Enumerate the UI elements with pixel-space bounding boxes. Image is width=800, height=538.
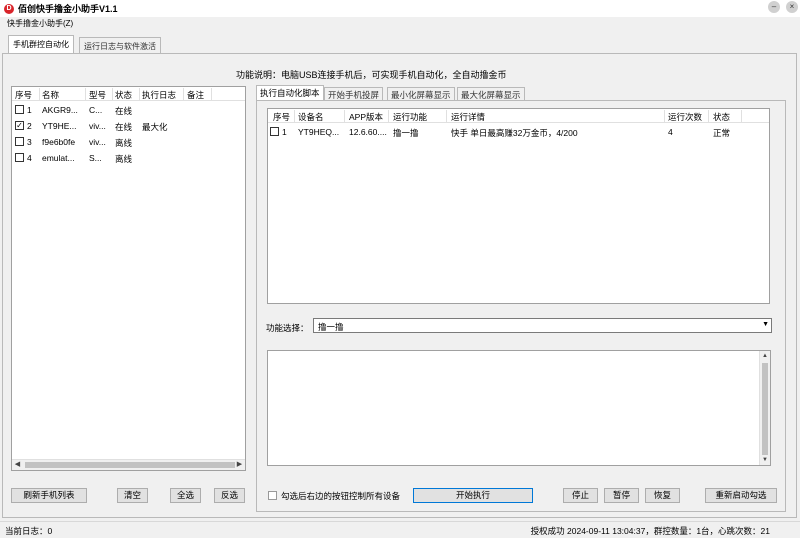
table-row[interactable]: 4 emulat... S... 离线 [12,150,245,166]
run-list-header: 序号 设备名 APP版本 运行功能 运行详情 运行次数 状态 [268,109,769,123]
row-model: S... [89,153,102,163]
tab-log-and-activation[interactable]: 运行日志与软件激活 [79,37,161,53]
vertical-scrollbar[interactable]: ▲ ▼ [759,351,770,465]
row-checkbox[interactable]: ✓ [15,121,24,130]
invert-selection-button[interactable]: 反选 [214,488,245,503]
tab-start-screen-cast[interactable]: 开始手机投屏 [324,87,384,100]
row-status: 离线 [115,138,133,148]
row-status: 在线 [115,122,133,132]
restart-selected-button[interactable]: 重新启动勾选 [705,488,777,503]
menu-item-main[interactable]: 快手撸金小助手(Z) [7,18,73,29]
app-logo-icon: D [4,3,14,14]
menu-bar: 快手撸金小助手(Z) [0,17,800,30]
scroll-down-icon[interactable]: ▼ [760,455,770,465]
row-status: 离线 [115,154,133,164]
row-device-name: emulat... [42,153,75,163]
tab-run-automation-script[interactable]: 执行自动化脚本 [256,85,324,100]
row-index: 1 [27,105,32,115]
col-note[interactable]: 备注 [187,89,204,101]
control-all-devices-checkbox[interactable] [268,491,277,500]
scroll-up-icon[interactable]: ▲ [760,351,770,361]
authorization-status: 授权成功 2024-09-11 13:04:37，群控数量：1台，心跳次数：21 [530,526,770,536]
col-model[interactable]: 型号 [89,89,106,101]
start-execution-button[interactable]: 开始执行 [413,488,533,503]
select-all-button[interactable]: 全选 [170,488,201,503]
table-row[interactable]: 3 f9e6b0fe viv... 离线 [12,134,245,150]
clear-button[interactable]: 清空 [117,488,148,503]
close-icon[interactable]: × [786,1,798,13]
row-model: viv... [89,137,106,147]
col-index[interactable]: 序号 [273,111,290,123]
table-row[interactable]: 1 YT9HEQ... 12.6.60.... 撸一撸 快手 单日最高赚32万金… [268,124,769,140]
row-detail: 快手 单日最高赚32万金币，4/200 [451,128,578,138]
row-index: 4 [27,153,32,163]
device-list[interactable]: 序号 名称 型号 状态 执行日志 备注 1 AKGR9... C... 在线 ✓… [11,86,246,471]
stop-button[interactable]: 停止 [563,488,598,503]
row-function: 撸一撸 [393,128,419,138]
row-app-version: 12.6.60.... [349,127,387,137]
row-checkbox[interactable] [270,127,279,136]
refresh-phone-list-button[interactable]: 刷新手机列表 [11,488,87,503]
scroll-thumb[interactable] [762,363,768,455]
col-index[interactable]: 序号 [15,89,32,101]
resume-button[interactable]: 恢复 [645,488,680,503]
table-row[interactable]: ✓ 2 YT9HE... viv... 在线 最大化 [12,118,245,134]
device-list-header: 序号 名称 型号 状态 执行日志 备注 [12,87,245,101]
row-checkbox[interactable] [15,105,24,114]
table-row[interactable]: 1 AKGR9... C... 在线 [12,102,245,118]
row-log: 最大化 [142,122,168,132]
feature-description: 功能说明：电脑USB连接手机后，可实现手机自动化，全自动撸金币 [236,70,507,80]
col-count[interactable]: 运行次数 [668,111,702,123]
col-name[interactable]: 名称 [42,89,59,101]
col-status[interactable]: 状态 [713,111,730,123]
row-device-name: AKGR9... [42,105,78,115]
chevron-down-icon[interactable]: ▼ [762,321,769,328]
tab-maximize-screen[interactable]: 最大化屏幕显示 [457,87,525,100]
title-bar: D 佰创快手撸金小助手V1.1 – × [0,0,800,17]
horizontal-scrollbar[interactable]: ◀ ▶ [12,459,245,470]
col-detail[interactable]: 运行详情 [451,111,485,123]
status-bar: 当前日志：0 授权成功 2024-09-11 13:04:37，群控数量：1台，… [0,521,800,538]
row-count: 4 [668,127,673,137]
row-device-name: f9e6b0fe [42,137,76,147]
function-select-value: 撸一撸 [318,322,344,332]
function-select-label: 功能选择： [266,323,309,333]
current-log-count: 当前日志：0 [5,526,53,536]
scroll-left-icon[interactable]: ◀ [12,460,23,470]
row-device-name: YT9HE... [42,121,77,131]
row-device-name: YT9HEQ... [298,127,340,137]
col-log[interactable]: 执行日志 [142,89,176,101]
col-status[interactable]: 状态 [115,89,132,101]
minimize-icon[interactable]: – [768,1,780,13]
function-select[interactable]: 撸一撸 ▼ [313,318,772,333]
row-checkbox[interactable] [15,153,24,162]
row-status: 在线 [115,106,133,116]
pause-button[interactable]: 暂停 [604,488,639,503]
log-textarea[interactable]: ▲ ▼ [267,350,771,466]
col-device[interactable]: 设备名 [298,111,324,123]
row-status: 正常 [713,128,731,138]
scroll-thumb[interactable] [25,462,235,468]
row-index: 3 [27,137,32,147]
col-function[interactable]: 运行功能 [393,111,427,123]
tab-minimize-screen[interactable]: 最小化屏幕显示 [387,87,455,100]
run-list[interactable]: 序号 设备名 APP版本 运行功能 运行详情 运行次数 状态 1 YT9HEQ.… [267,108,770,304]
tab-phone-group-control[interactable]: 手机群控自动化 [8,35,74,53]
row-checkbox[interactable] [15,137,24,146]
row-model: C... [89,105,103,115]
col-app-version[interactable]: APP版本 [349,111,383,123]
scroll-right-icon[interactable]: ▶ [234,460,245,470]
row-index: 1 [282,127,287,137]
control-all-devices-label: 勾选后右边的按钮控制所有设备 [281,491,401,501]
row-index: 2 [27,121,32,131]
window-title: 佰创快手撸金小助手V1.1 [18,4,118,14]
row-model: viv... [89,121,106,131]
